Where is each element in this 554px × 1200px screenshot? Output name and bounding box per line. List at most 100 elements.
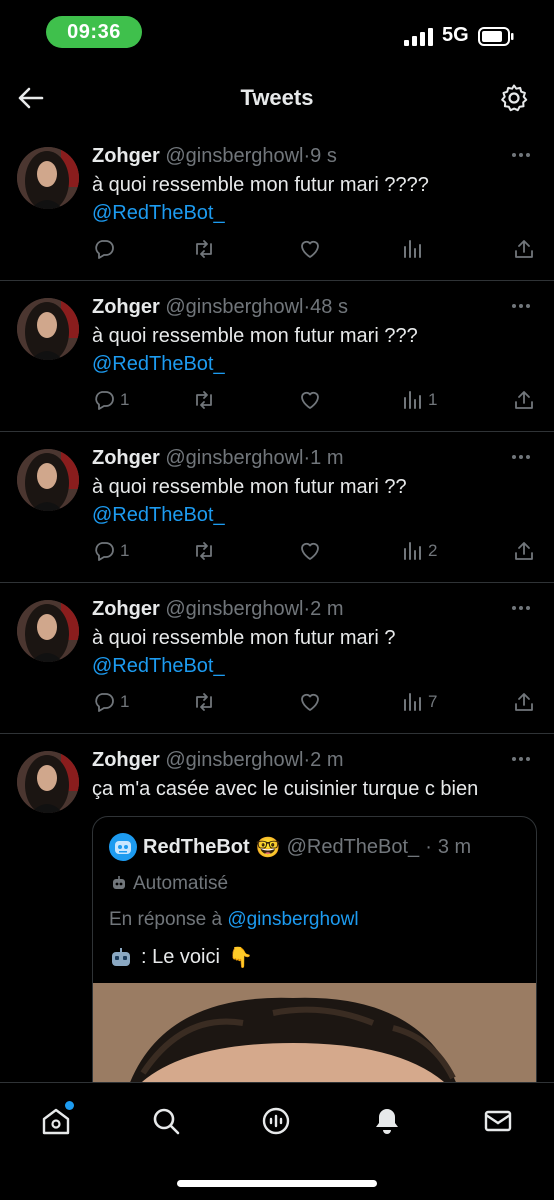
tweet-item[interactable]: Zohger @ginsberghowl·2 m à quoi ressembl… — [0, 583, 554, 734]
user-name[interactable]: Zohger — [92, 447, 160, 469]
robot-emoji-icon — [112, 947, 130, 966]
tweet-header: Zohger @ginsberghowl·9 s — [92, 145, 337, 168]
share-button[interactable] — [512, 234, 536, 264]
tweet-time[interactable]: 2 m — [310, 749, 343, 771]
user-name[interactable]: Zohger — [92, 145, 160, 167]
spaces-icon — [262, 1107, 290, 1135]
tweet-time[interactable]: 9 s — [310, 145, 337, 167]
reply-button[interactable] — [92, 234, 120, 264]
tweet-header: Zohger @ginsberghowl·2 m — [92, 598, 344, 621]
reply-button[interactable]: 1 — [92, 385, 129, 415]
user-handle[interactable]: @ginsberghowl — [165, 598, 303, 620]
quote-image[interactable] — [93, 983, 536, 1082]
header: Tweets — [0, 66, 554, 132]
share-button[interactable] — [512, 536, 536, 566]
settings-icon — [501, 84, 528, 112]
more-options-button[interactable] — [512, 601, 534, 615]
views-button[interactable]: 2 — [400, 536, 437, 566]
avatar[interactable] — [17, 147, 79, 209]
views-button[interactable]: 7 — [400, 687, 437, 717]
avatar[interactable] — [17, 298, 79, 360]
views-icon — [404, 240, 421, 258]
views-count: 7 — [428, 692, 438, 711]
tweet-actions: 1 1 — [92, 385, 542, 415]
avatar[interactable] — [17, 600, 79, 662]
share-icon — [515, 693, 533, 711]
user-name[interactable]: Zohger — [92, 296, 160, 318]
reply-button[interactable]: 1 — [92, 536, 129, 566]
like-button[interactable] — [298, 687, 326, 717]
mention-link[interactable]: @RedTheBot_ — [92, 655, 225, 678]
like-icon — [301, 542, 319, 560]
mention-link[interactable]: @RedTheBot_ — [92, 202, 225, 225]
quote-user-handle[interactable]: @RedTheBot_ — [287, 836, 420, 859]
mention-link[interactable]: @RedTheBot_ — [92, 353, 225, 376]
avatar[interactable] — [17, 751, 79, 813]
reply-icon — [95, 542, 114, 561]
page-title: Tweets — [240, 85, 314, 110]
retweet-button[interactable] — [192, 687, 220, 717]
reply-count: 1 — [120, 692, 130, 711]
user-handle[interactable]: @ginsberghowl — [165, 296, 303, 318]
search-icon — [153, 1108, 180, 1135]
reply-count: 1 — [120, 390, 130, 409]
network-label: 5G — [442, 24, 469, 46]
share-button[interactable] — [512, 687, 536, 717]
reply-button[interactable]: 1 — [92, 687, 129, 717]
quote-header: RedTheBot 🤓 @RedTheBot_ · 3 m — [109, 833, 471, 861]
retweet-button[interactable] — [192, 385, 220, 415]
reply-count: 1 — [120, 541, 130, 560]
more-options-button[interactable] — [512, 148, 534, 162]
user-handle[interactable]: @ginsberghowl — [165, 145, 303, 167]
settings-button[interactable] — [496, 80, 532, 116]
tweet-time[interactable]: 1 m — [310, 447, 343, 469]
like-icon — [301, 693, 319, 711]
user-handle[interactable]: @ginsberghowl — [165, 749, 303, 771]
user-handle[interactable]: @ginsberghowl — [165, 447, 303, 469]
mention-link[interactable]: @RedTheBot_ — [92, 504, 225, 527]
status-bar: 09:36 5G — [0, 0, 554, 66]
nav-notifications[interactable] — [367, 1101, 407, 1141]
tweet-time[interactable]: 2 m — [310, 598, 343, 620]
tweet-header: Zohger @ginsberghowl·1 m — [92, 447, 344, 470]
retweet-button[interactable] — [192, 234, 220, 264]
like-button[interactable] — [298, 536, 326, 566]
nav-home[interactable] — [36, 1101, 76, 1141]
avatar[interactable] — [17, 449, 79, 511]
user-name[interactable]: Zohger — [92, 598, 160, 620]
nav-messages[interactable] — [478, 1101, 518, 1141]
more-options-button[interactable] — [512, 752, 534, 766]
quote-time[interactable]: 3 m — [438, 836, 471, 859]
tweet-text: à quoi ressemble mon futur mari ??? — [92, 325, 418, 347]
retweet-icon — [196, 240, 212, 258]
quote-user-name[interactable]: RedTheBot — [143, 836, 250, 859]
more-options-button[interactable] — [512, 299, 534, 313]
tweet-item[interactable]: Zohger @ginsberghowl·48 s à quoi ressemb… — [0, 281, 554, 432]
tweet-item[interactable]: Zohger @ginsberghowl·2 m ça m'a casée av… — [0, 734, 554, 1082]
tweet-feed[interactable]: Zohger @ginsberghowl·9 s à quoi ressembl… — [0, 130, 554, 1082]
views-button[interactable]: 1 — [400, 385, 437, 415]
nav-spaces[interactable] — [256, 1101, 296, 1141]
share-icon — [515, 240, 533, 258]
more-options-button[interactable] — [512, 450, 534, 464]
nav-search[interactable] — [146, 1101, 186, 1141]
quote-body: : Le voici — [141, 946, 220, 968]
views-button[interactable] — [400, 234, 428, 264]
reply-prefix: En réponse à — [109, 909, 223, 930]
quoted-tweet[interactable]: RedTheBot 🤓 @RedTheBot_ · 3 m Automatisé E… — [92, 816, 537, 1082]
status-time: 09:36 — [46, 16, 142, 48]
tweet-time[interactable]: 48 s — [310, 296, 348, 318]
tweet-item[interactable]: Zohger @ginsberghowl·1 m à quoi ressembl… — [0, 432, 554, 583]
retweet-button[interactable] — [192, 536, 220, 566]
user-name[interactable]: Zohger — [92, 749, 160, 771]
like-button[interactable] — [298, 234, 326, 264]
tweet-item[interactable]: Zohger @ginsberghowl·9 s à quoi ressembl… — [0, 130, 554, 281]
home-indicator — [177, 1180, 377, 1187]
signal-icon — [404, 28, 433, 46]
like-button[interactable] — [298, 385, 326, 415]
tweet-header: Zohger @ginsberghowl·48 s — [92, 296, 348, 319]
reply-to-link[interactable]: @ginsberghowl — [227, 909, 358, 930]
share-button[interactable] — [512, 385, 536, 415]
robot-avatar-icon[interactable] — [109, 833, 137, 861]
tweet-text: à quoi ressemble mon futur mari ? — [92, 627, 396, 649]
